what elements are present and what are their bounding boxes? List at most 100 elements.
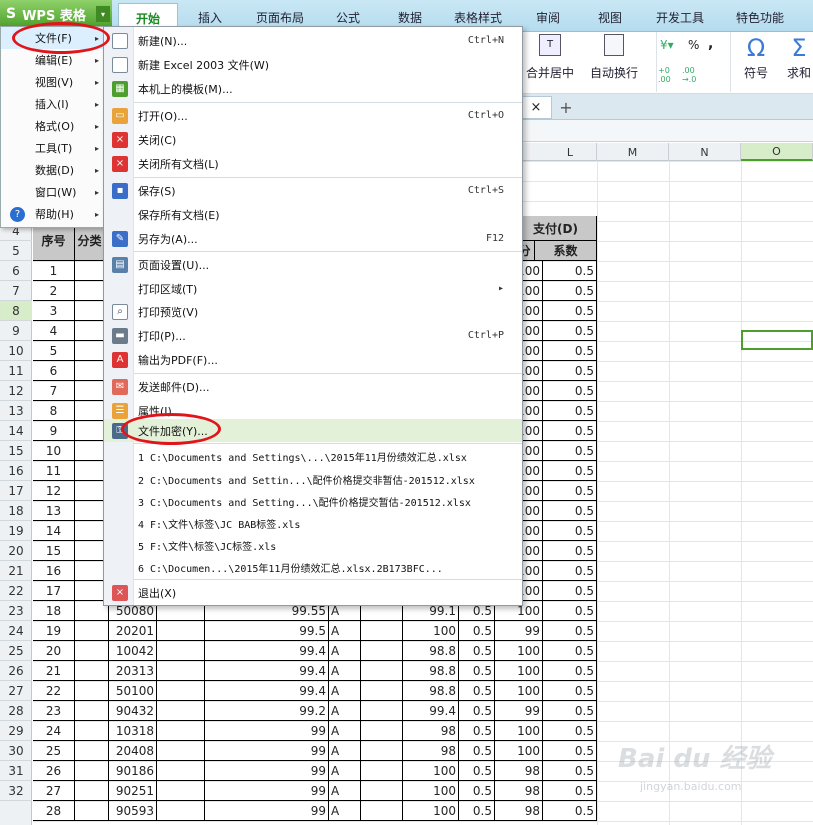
column-header-n[interactable]: N: [669, 143, 741, 161]
table-cell[interactable]: [75, 641, 109, 661]
table-cell[interactable]: [157, 701, 205, 721]
cell-grade[interactable]: A: [329, 801, 361, 821]
row-header[interactable]: 7: [0, 281, 32, 301]
table-cell[interactable]: [75, 321, 105, 341]
cell-v1[interactable]: 98: [403, 741, 459, 761]
tab-developer[interactable]: 开发工具: [645, 4, 715, 30]
new-document-tab-icon[interactable]: +: [556, 96, 576, 118]
cell-v2[interactable]: 0.5: [459, 701, 495, 721]
table-cell[interactable]: [361, 681, 403, 701]
cell-grade[interactable]: A: [329, 661, 361, 681]
cell-seq[interactable]: 21: [33, 661, 75, 681]
symbol-button[interactable]: Ω 符号: [734, 34, 778, 81]
table-cell[interactable]: [157, 781, 205, 801]
tab-view[interactable]: 视图: [585, 4, 635, 30]
seq-cell[interactable]: 16: [33, 561, 75, 581]
cell-score[interactable]: 99: [205, 781, 329, 801]
recent-file-4[interactable]: 4 F:\文件\标签\JC BAB标签.xls: [104, 512, 522, 535]
table-cell[interactable]: [75, 461, 105, 481]
cell-code[interactable]: 20408: [109, 741, 157, 761]
seq-cell[interactable]: 5: [33, 341, 75, 361]
cell-code[interactable]: 90251: [109, 781, 157, 801]
menu-item-insert[interactable]: 插入(I) ▸: [1, 93, 105, 115]
row-header[interactable]: 15: [0, 441, 32, 461]
seq-cell[interactable]: 15: [33, 541, 75, 561]
cell-score[interactable]: 99.4: [205, 641, 329, 661]
cell-seq[interactable]: 18: [33, 601, 75, 621]
seq-cell[interactable]: 10: [33, 441, 75, 461]
table-cell[interactable]: [75, 401, 105, 421]
comma-button[interactable]: ,: [708, 36, 713, 52]
row-header[interactable]: 10: [0, 341, 32, 361]
cell-v1[interactable]: 99.4: [403, 701, 459, 721]
seq-cell[interactable]: 12: [33, 481, 75, 501]
cell-v1[interactable]: 100: [403, 801, 459, 821]
menu-close[interactable]: × 关闭(C): [104, 128, 522, 151]
cell-code[interactable]: 10042: [109, 641, 157, 661]
menu-save[interactable]: ▪ 保存(S) Ctrl+S: [104, 179, 522, 202]
table-cell[interactable]: [361, 801, 403, 821]
column-header-o[interactable]: O: [741, 143, 813, 161]
row-header[interactable]: 12: [0, 381, 32, 401]
table-cell[interactable]: [361, 741, 403, 761]
tab-review[interactable]: 审阅: [523, 4, 573, 30]
menu-close-all[interactable]: × 关闭所有文档(L): [104, 152, 522, 175]
cell-v2[interactable]: 0.5: [459, 781, 495, 801]
auto-wrap-button[interactable]: 自动换行: [584, 34, 644, 81]
cell-score[interactable]: 99: [205, 741, 329, 761]
cell-v3[interactable]: 99: [495, 701, 543, 721]
cell-v1[interactable]: 98: [403, 721, 459, 741]
table-cell[interactable]: [75, 701, 109, 721]
cell-seq[interactable]: 22: [33, 681, 75, 701]
row-header[interactable]: 8: [0, 301, 32, 321]
table-cell[interactable]: [75, 561, 105, 581]
value-cell[interactable]: 0.5: [543, 361, 597, 381]
cell-v4[interactable]: 0.5: [543, 701, 597, 721]
table-cell[interactable]: [157, 681, 205, 701]
recent-file-5[interactable]: 5 F:\文件\标签\JC标签.xls: [104, 534, 522, 557]
menu-send-mail[interactable]: ✉ 发送邮件(D)...: [104, 375, 522, 398]
recent-file-1[interactable]: 1 C:\Documents and Settings\...\2015年11月…: [104, 445, 522, 468]
cell-grade[interactable]: A: [329, 681, 361, 701]
value-cell[interactable]: 0.5: [543, 301, 597, 321]
cell-score[interactable]: 99: [205, 761, 329, 781]
menu-save-as[interactable]: ✎ 另存为(A)... F12: [104, 227, 522, 250]
cell-v1[interactable]: 100: [403, 621, 459, 641]
cell-score[interactable]: 99.2: [205, 701, 329, 721]
menu-save-all[interactable]: 保存所有文档(E): [104, 203, 522, 226]
column-header-m[interactable]: M: [597, 143, 669, 161]
cell-v3[interactable]: 100: [495, 661, 543, 681]
menu-item-data[interactable]: 数据(D) ▸: [1, 159, 105, 181]
seq-cell[interactable]: 7: [33, 381, 75, 401]
table-cell[interactable]: [157, 621, 205, 641]
increase-decimal-icon[interactable]: +0.00: [658, 66, 671, 84]
value-cell[interactable]: 0.5: [543, 441, 597, 461]
menu-print[interactable]: ▬ 打印(P)... Ctrl+P: [104, 324, 522, 347]
cell-grade[interactable]: A: [329, 621, 361, 641]
value-cell[interactable]: 0.5: [543, 321, 597, 341]
seq-cell[interactable]: 3: [33, 301, 75, 321]
cell-score[interactable]: 99: [205, 721, 329, 741]
row-header[interactable]: 11: [0, 361, 32, 381]
menu-item-window[interactable]: 窗口(W) ▸: [1, 181, 105, 203]
table-cell[interactable]: [361, 701, 403, 721]
cell-v2[interactable]: 0.5: [459, 761, 495, 781]
menu-open[interactable]: ▭ 打开(O)... Ctrl+O: [104, 104, 522, 127]
menu-exit[interactable]: × 退出(X): [104, 581, 522, 604]
table-cell[interactable]: [75, 541, 105, 561]
cell-seq[interactable]: 24: [33, 721, 75, 741]
cell-grade[interactable]: A: [329, 701, 361, 721]
column-header-l[interactable]: L: [544, 143, 597, 161]
cell-code[interactable]: 90593: [109, 801, 157, 821]
row-header[interactable]: 22: [0, 581, 32, 601]
row-header[interactable]: 32: [0, 781, 32, 801]
cell-v4[interactable]: 0.5: [543, 741, 597, 761]
cell-seq[interactable]: 28: [33, 801, 75, 821]
cell-code[interactable]: 20313: [109, 661, 157, 681]
cell-v4[interactable]: 0.5: [543, 721, 597, 741]
table-cell[interactable]: [75, 501, 105, 521]
value-cell[interactable]: 0.5: [543, 341, 597, 361]
seq-cell[interactable]: 17: [33, 581, 75, 601]
close-document-icon[interactable]: ×: [520, 96, 552, 119]
cell-v2[interactable]: 0.5: [459, 641, 495, 661]
